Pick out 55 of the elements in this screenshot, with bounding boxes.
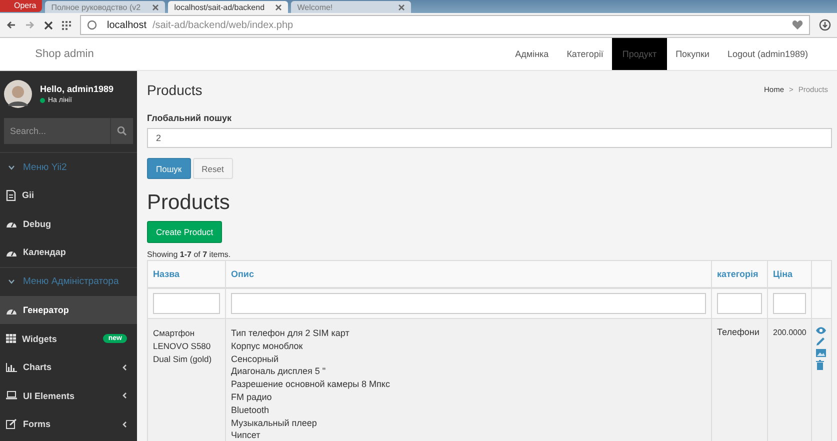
price-cell: 200.0000 <box>773 328 806 337</box>
avatar-icon <box>4 80 32 108</box>
sidebar-item[interactable]: Gii <box>0 181 137 210</box>
grid-icon <box>6 334 16 344</box>
sidebar-item[interactable]: UI Elements <box>0 382 137 410</box>
sidebar-search-field[interactable]: Search... <box>4 118 110 144</box>
filter-field[interactable] <box>231 293 706 314</box>
forward-icon[interactable] <box>25 20 35 30</box>
sidebar-item[interactable]: Генератор <box>0 296 137 324</box>
category-cell: Телефони <box>717 327 760 337</box>
page-title: Products <box>147 82 202 98</box>
close-icon[interactable] <box>152 4 160 10</box>
products-heading: Products <box>147 191 231 215</box>
edit-icon <box>6 419 17 430</box>
close-icon[interactable] <box>398 4 406 10</box>
pencil-icon[interactable] <box>816 337 825 346</box>
heart-icon[interactable] <box>792 20 803 30</box>
summary-text: Showing 1-7 of 7 items. <box>147 250 232 259</box>
nav-link[interactable]: Logout (admin1989) <box>718 38 817 70</box>
download-icon[interactable] <box>819 19 831 31</box>
globe-icon <box>87 20 97 30</box>
sidebar-item[interactable]: Charts <box>0 352 137 382</box>
filter-field[interactable] <box>153 293 220 314</box>
global-search-field[interactable]: 2 <box>147 128 832 148</box>
trash-icon[interactable] <box>816 360 824 370</box>
search-button[interactable]: Пошук <box>147 158 191 179</box>
user-greeting: Hello, admin1989 <box>40 84 114 94</box>
back-icon[interactable] <box>6 20 16 30</box>
bar-chart-icon <box>6 362 17 372</box>
search-icon[interactable] <box>110 118 133 144</box>
nav-link[interactable]: Адмінка <box>506 38 558 70</box>
stop-icon[interactable] <box>44 20 53 30</box>
nav-link[interactable]: Покупки <box>666 38 718 70</box>
sidebar-item[interactable]: Debug <box>0 210 137 238</box>
product-name-cell-text: Смартфон LENOVO S580 Dual Sim (gold) <box>153 327 213 366</box>
sidebar-item[interactable]: Календар <box>0 238 137 267</box>
laptop-icon <box>6 391 17 400</box>
grid-icon[interactable] <box>62 20 71 30</box>
address-field[interactable]: localhost /sait-ad/backend/web/index.php <box>80 15 810 35</box>
reset-button[interactable]: Reset <box>192 158 233 179</box>
filter-field[interactable] <box>773 293 806 314</box>
document-icon <box>6 190 16 201</box>
search-label: Глобальний пошук <box>147 113 233 123</box>
filter-field[interactable] <box>717 293 762 314</box>
chevron-icon <box>8 278 15 286</box>
nav-link[interactable]: Категорії <box>558 38 612 70</box>
eye-icon[interactable] <box>816 327 826 334</box>
opera-menu-button[interactable]: Opera <box>0 0 42 12</box>
browser-tab[interactable]: localhost/sait-ad/backend <box>168 1 288 13</box>
sidebar-item[interactable]: Forms <box>0 410 137 439</box>
description-cell-text: Тип телефон для 2 SIM карт Корпус моноблок Сенсорный Диагональ дисплея 5 " Разрешение основной камеры 8 Мпкс FM радио Bluetooth Музыкальный плеер Чипсет <box>231 327 391 441</box>
image-icon[interactable] <box>816 349 826 357</box>
close-icon[interactable] <box>275 4 282 10</box>
brand-title[interactable]: Shop admin <box>0 38 133 70</box>
chevron-icon <box>8 164 15 170</box>
